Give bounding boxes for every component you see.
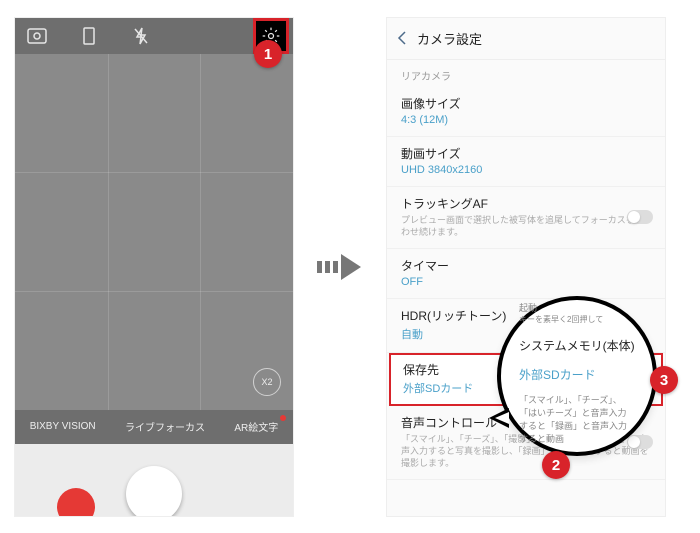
aspect-icon[interactable] — [25, 24, 49, 48]
settings-header: カメラ設定 — [387, 18, 665, 60]
record-button[interactable] — [57, 488, 95, 517]
full-icon[interactable] — [77, 24, 101, 48]
storage-popup: 起動キーを素早く2回押して システムメモリ(本体) 外部SDカード 「スマイル」… — [497, 296, 657, 456]
step-badge-1: 1 — [254, 40, 282, 68]
camera-top-bar — [15, 18, 293, 54]
camera-modes: BIXBY VISION ライブフォーカス AR絵文字 — [15, 410, 293, 444]
section-rear-camera: リアカメラ — [387, 60, 665, 87]
flash-off-icon[interactable] — [129, 24, 153, 48]
step-badge-2: 2 — [542, 451, 570, 479]
camera-screen: X2 BIXBY VISION ライブフォーカス AR絵文字 — [14, 17, 294, 517]
settings-screen: カメラ設定 リアカメラ 画像サイズ 4:3 (12M) 動画サイズ UHD 38… — [386, 17, 666, 517]
shutter-bar — [15, 444, 293, 516]
popup-faded-text: 「スマイル」、「チーズ」、「はいチーズ」と音声入力すると「録画」と音声入力すると… — [519, 393, 635, 445]
option-internal-memory[interactable]: システムメモリ(本体) — [519, 331, 635, 360]
setting-tracking-af[interactable]: トラッキングAF プレビュー画面で選択した被写体を追尾してフォーカスを合わせ続け… — [387, 187, 665, 249]
arrow-right-icon — [310, 250, 370, 284]
new-indicator-icon — [280, 415, 286, 421]
back-icon[interactable] — [397, 31, 407, 45]
setting-video-size[interactable]: 動画サイズ UHD 3840x2160 — [387, 137, 665, 187]
step-badge-3: 3 — [650, 366, 678, 394]
option-external-sd[interactable]: 外部SDカード — [519, 360, 635, 389]
setting-timer[interactable]: タイマー OFF — [387, 249, 665, 299]
shutter-button[interactable] — [126, 466, 182, 517]
mode-live-focus[interactable]: ライブフォーカス — [125, 419, 205, 434]
popup-quicklaunch-title: 起動キーを素早く2回押して — [519, 301, 635, 325]
settings-title: カメラ設定 — [417, 29, 482, 48]
mode-ar-emoji[interactable]: AR絵文字 — [234, 419, 278, 434]
speech-tail-icon — [489, 408, 509, 428]
zoom-toggle[interactable]: X2 — [253, 368, 281, 396]
viewfinder[interactable]: X2 — [15, 54, 293, 410]
toggle-tracking-af[interactable] — [627, 210, 653, 224]
mode-bixby[interactable]: BIXBY VISION — [30, 421, 96, 432]
setting-image-size[interactable]: 画像サイズ 4:3 (12M) — [387, 87, 665, 137]
